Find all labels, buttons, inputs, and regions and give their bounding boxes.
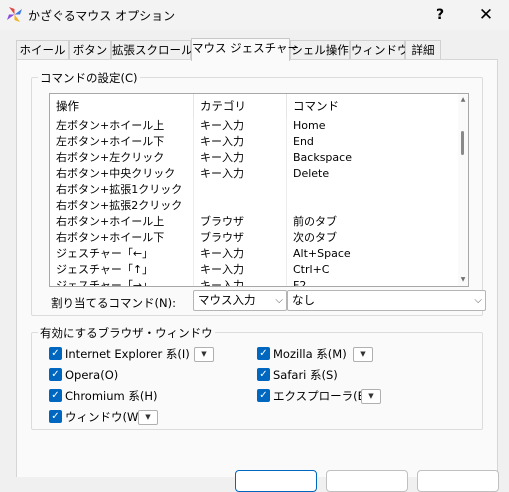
command-cell: Alt+Space [287,246,460,262]
action-cell: 右ボタン+中央クリック [50,166,194,182]
command-list[interactable]: 操作 カテゴリ コマンド 左ボタン+ホイール上 キー入力 Home 左ボタン+ホイー… [49,93,469,287]
command-select-value: なし [292,293,315,307]
tab-shell-operation[interactable]: シェル操作 [290,40,350,60]
check-icon: ✓ [257,347,270,360]
cancel-button[interactable] [326,470,408,492]
command-cell: End [287,134,460,150]
list-row[interactable]: ジェスチャー「→」 キー入力 F2 [50,278,460,286]
list-scrollbar[interactable]: ▲ ▼ [458,94,468,286]
column-header-action[interactable]: 操作 [50,94,194,118]
list-row[interactable]: 右ボタン+拡張2クリック [50,198,460,214]
checkbox-label: エクスプローラ(E) [273,389,370,403]
tab-wheel[interactable]: ホイール [16,40,69,60]
list-row[interactable]: 右ボタン+ホイール上 ブラウザ 前のタブ [50,214,460,230]
category-cell: ブラウザ [194,230,287,246]
column-header-command[interactable]: コマンド [287,94,460,118]
category-select[interactable]: マウス入力 ⌵ [193,290,287,311]
command-cell: 次のタブ [287,230,460,246]
action-cell: ジェスチャー「→」 [50,278,194,286]
list-row[interactable]: 右ボタン+左クリック キー入力 Backspace [50,150,460,166]
checkbox-label: Internet Explorer 系(I) [65,347,190,361]
list-row[interactable]: 右ボタン+ホイール下 ブラウザ 次のタブ [50,230,460,246]
action-cell: 右ボタン+左クリック [50,150,194,166]
command-cell [287,182,460,198]
list-row[interactable]: 左ボタン+ホイール下 キー入力 End [50,134,460,150]
tab-mouse-gesture[interactable]: マウス ジェスチャー [191,38,299,61]
list-row[interactable]: 左ボタン+ホイール上 キー入力 Home [50,118,460,134]
dropdown-button[interactable]: ▼ [361,389,381,404]
command-cell: 前のタブ [287,214,460,230]
command-cell: Delete [287,166,460,182]
dropdown-button[interactable]: ▼ [353,347,373,362]
action-cell: 右ボタン+ホイール下 [50,230,194,246]
dropdown-button[interactable]: ▼ [138,410,158,425]
command-cell: Ctrl+C [287,262,460,278]
action-cell: 右ボタン+ホイール上 [50,214,194,230]
category-cell [194,198,287,214]
browser-windows-label: 有効にするブラウザ・ウィンドウ [38,325,215,341]
list-header: 操作 カテゴリ コマンド [50,94,460,118]
tab-extended-scroll[interactable]: 拡張スクロール [111,40,193,60]
category-cell: キー入力 [194,246,287,262]
check-icon: ✓ [257,389,270,402]
action-cell: ジェスチャー「←」 [50,246,194,262]
command-select[interactable]: なし ⌵ [287,290,486,311]
title-bar: かざぐるマウス オプション ? ✕ [0,0,509,30]
action-cell: 右ボタン+拡張1クリック [50,182,194,198]
category-cell: キー入力 [194,262,287,278]
category-cell: ブラウザ [194,214,287,230]
category-cell: キー入力 [194,118,287,134]
scroll-down-icon[interactable]: ▼ [459,276,467,284]
checkbox-label: Mozilla 系(M) [273,347,347,361]
ok-button[interactable] [235,470,317,492]
check-icon: ✓ [49,410,62,423]
pinwheel-icon [7,7,22,22]
tab-advanced[interactable]: 詳細 [405,40,441,60]
list-row[interactable]: ジェスチャー「←」 キー入力 Alt+Space [50,246,460,262]
action-cell: 左ボタン+ホイール上 [50,118,194,134]
chevron-down-icon: ⌵ [275,295,283,306]
chevron-down-icon: ⌵ [474,295,482,306]
checkbox-label: Chromium 系(H) [65,389,158,403]
list-row[interactable]: 右ボタン+拡張1クリック [50,182,460,198]
command-cell: Backspace [287,150,460,166]
category-cell: キー入力 [194,278,287,286]
window-title: かざぐるマウス オプション [28,9,176,23]
dropdown-button[interactable]: ▼ [194,347,214,362]
command-cell [287,198,460,214]
command-cell: F2 [287,278,460,286]
category-cell: キー入力 [194,166,287,182]
checkbox-label: Opera(O) [65,368,119,382]
check-icon: ✓ [257,368,270,381]
action-cell: 右ボタン+拡張2クリック [50,198,194,214]
command-settings-group: コマンドの設定(C) 操作 カテゴリ コマンド 左ボタン+ホイール上 キー入力 Ho… [31,70,486,316]
browser-windows-group: 有効にするブラウザ・ウィンドウ ✓ Internet Explorer 系(I)… [31,325,483,430]
action-cell: ジェスチャー「↑」 [50,262,194,278]
tab-window[interactable]: ウィンドウ [350,40,409,60]
scroll-up-icon[interactable]: ▲ [459,96,467,104]
category-cell [194,182,287,198]
category-cell: キー入力 [194,134,287,150]
check-icon: ✓ [49,347,62,360]
scroll-thumb[interactable] [461,131,464,155]
list-row[interactable]: 右ボタン+中央クリック キー入力 Delete [50,166,460,182]
mouse-gesture-panel: コマンドの設定(C) 操作 カテゴリ コマンド 左ボタン+ホイール上 キー入力 Ho… [16,59,498,477]
list-body: 左ボタン+ホイール上 キー入力 Home 左ボタン+ホイール下 キー入力 End 右ボタ… [50,118,460,286]
action-cell: 左ボタン+ホイール下 [50,134,194,150]
category-cell: キー入力 [194,150,287,166]
check-icon: ✓ [49,368,62,381]
command-settings-label: コマンドの設定(C) [38,70,140,86]
command-cell: Home [287,118,460,134]
checkbox-label: Safari 系(S) [273,368,338,382]
check-icon: ✓ [49,389,62,402]
checkbox-label: ウィンドウ(W) [65,410,143,424]
tab-button[interactable]: ボタン [69,40,111,60]
help-button[interactable]: ? [417,0,463,30]
apply-button[interactable] [417,470,499,492]
assign-command-label: 割り当てるコマンド(N): [51,296,176,310]
list-row[interactable]: ジェスチャー「↑」 キー入力 Ctrl+C [50,262,460,278]
close-button[interactable]: ✕ [463,0,509,30]
column-header-category[interactable]: カテゴリ [194,94,287,118]
category-select-value: マウス入力 [198,293,256,307]
